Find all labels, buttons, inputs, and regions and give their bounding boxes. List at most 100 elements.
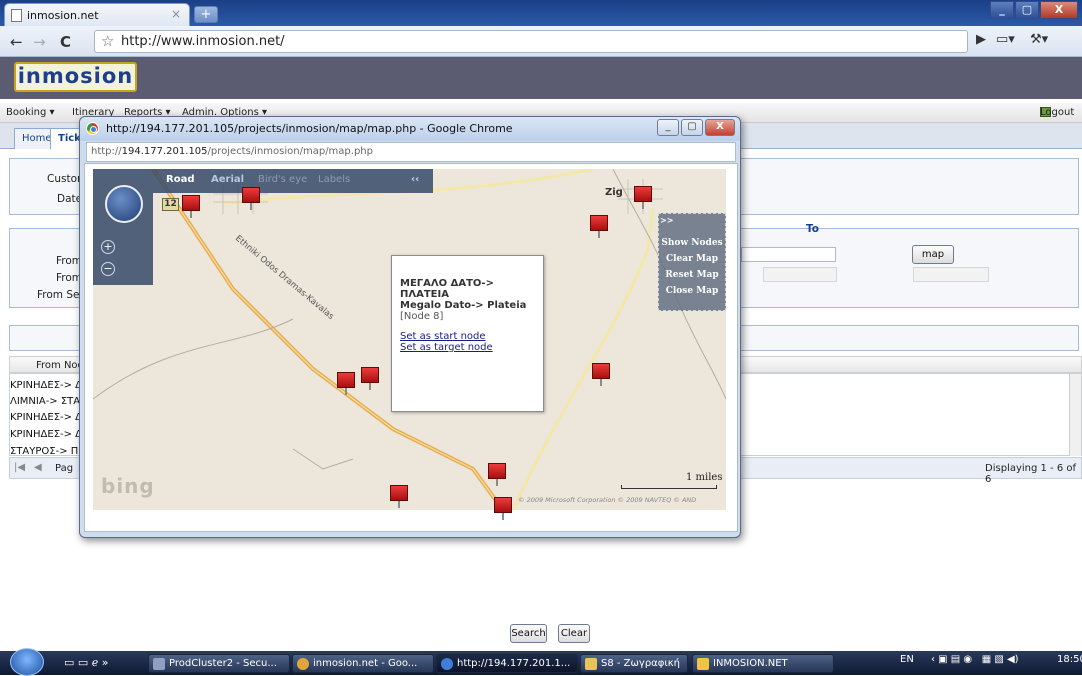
browser-tab[interactable]: inmosion.net × (4, 3, 190, 26)
taskbar-item-label: ProdCluster2 - Secu... (169, 658, 277, 669)
chrome-taskbar-icon (441, 658, 453, 670)
popup-url-bar[interactable]: http://194.177.201.105/projects/inmosion… (86, 142, 736, 162)
map-collapse-icon[interactable]: ‹‹ (411, 174, 419, 185)
popup-url-path: /projects/inmosion/map/map.php (207, 146, 373, 157)
zoom-in-icon[interactable]: + (101, 240, 115, 254)
browser-tab-title: inmosion.net (27, 9, 99, 22)
map-tab-birds-eye[interactable]: Bird's eye (258, 174, 307, 185)
popup-maximize-button[interactable]: ▢ (681, 119, 703, 136)
reset-map-button[interactable]: Reset Map (660, 270, 724, 280)
tray-icons[interactable]: ‹ ▣ ▤ ◉ ▦ ▧ ◀) (931, 654, 1019, 665)
map-pin-icon[interactable] (634, 186, 652, 209)
clear-map-button[interactable]: Clear Map (660, 254, 724, 264)
wrench-icon[interactable]: ⚒▾ (1030, 32, 1048, 47)
map-pin-icon[interactable] (390, 485, 408, 508)
grid-scrollbar[interactable] (1069, 374, 1081, 456)
forward-icon[interactable]: → (33, 33, 46, 51)
app-banner (0, 57, 1082, 99)
road-shield: 12 (162, 198, 179, 211)
bookmark-star-icon[interactable]: ☆ (101, 32, 114, 50)
map-tab-aerial[interactable]: Aerial (211, 174, 244, 185)
search-button[interactable]: Search (510, 624, 547, 643)
popup-title: http://194.177.201.105/projects/inmosion… (80, 117, 740, 141)
taskbar-item-active[interactable]: http://194.177.201.1... (436, 654, 578, 673)
bing-logo: bing (101, 474, 155, 498)
system-tray: EN ‹ ▣ ▤ ◉ ▦ ▧ ◀) 18:50 (900, 654, 1082, 665)
maximize-button[interactable]: ▢ (1015, 1, 1039, 19)
map-pin-icon[interactable] (488, 463, 506, 486)
table-row[interactable]: ΛΙΜΝΙΑ-> ΣΤΑ (10, 396, 80, 407)
taskbar-item[interactable]: S8 - Ζωγραφική (580, 654, 688, 673)
popup-url-prefix: http:// (91, 146, 122, 157)
pager-label: Pag (55, 463, 74, 474)
taskbar-item[interactable]: inmosion.net - Goo... (292, 654, 434, 673)
map-tab-road[interactable]: Road (166, 174, 194, 185)
start-button[interactable] (10, 648, 44, 676)
side-panel-expand-icon[interactable]: >> (660, 215, 724, 225)
taskbar-item-label: S8 - Ζωγραφική (601, 658, 680, 669)
play-icon[interactable]: ▶ (976, 32, 986, 47)
first-page-icon[interactable]: |◀ (14, 462, 25, 473)
paint-icon (585, 658, 597, 670)
table-row[interactable]: ΚΡΙΝΗΔΕΣ-> Δ (10, 380, 82, 391)
address-bar[interactable]: ☆ http://www.inmosion.net/ (94, 30, 968, 53)
page-menu-icon[interactable]: ▭▾ (996, 32, 1015, 47)
clock: 18:50 (1057, 654, 1082, 665)
table-row[interactable]: ΣΤΑΥΡΟΣ-> Π (10, 446, 78, 457)
popup-close-button[interactable]: X (705, 119, 735, 136)
taskbar-item-label: http://194.177.201.1... (457, 658, 571, 669)
page-icon (11, 9, 22, 22)
pan-compass-icon[interactable] (105, 185, 143, 223)
map-button[interactable]: map (912, 245, 954, 264)
taskbar-item[interactable]: INMOSION.NET (692, 654, 834, 673)
menu-booking[interactable]: Booking ▾ (6, 107, 55, 118)
taskbar-item-label: inmosion.net - Goo... (313, 658, 418, 669)
map-pin-icon[interactable] (182, 195, 200, 218)
set-start-node-link[interactable]: Set as start node (400, 331, 486, 342)
taskbar-item[interactable]: ProdCluster2 - Secu... (148, 654, 290, 673)
town-label: Zig (605, 187, 623, 198)
table-row[interactable]: ΚΡΙΝΗΔΕΣ-> Δ (10, 412, 82, 423)
window-controls: _ ▢ X (990, 1, 1078, 19)
from-se-label: From Se (37, 289, 80, 301)
map-pin-icon[interactable] (361, 367, 379, 390)
popup-minimize-button[interactable]: _ (657, 119, 679, 136)
show-nodes-button[interactable]: Show Nodes (660, 238, 724, 248)
map-pin-icon[interactable] (337, 372, 355, 395)
table-row[interactable]: ΚΡΙΝΗΔΕΣ-> Δ (10, 429, 82, 440)
displaying-count: Displaying 1 - 6 of 6 (985, 463, 1077, 485)
scale-label: 1 miles (686, 472, 723, 483)
language-indicator[interactable]: EN (900, 654, 914, 665)
inmosion-logo: inmosion (14, 62, 137, 92)
address-bar-url: http://www.inmosion.net/ (121, 34, 285, 49)
to-input[interactable] (741, 247, 836, 262)
quicklaunch-icons[interactable]: ▭ ▭ ℯ » (64, 656, 109, 669)
minor-road (93, 318, 294, 400)
info-node-id: [Node 8] (400, 311, 444, 322)
tab-close-icon[interactable]: × (171, 7, 181, 21)
reload-icon[interactable]: C (60, 33, 71, 51)
map-pin-icon[interactable] (590, 215, 608, 238)
map-tab-labels[interactable]: Labels (318, 174, 350, 185)
folder-icon (697, 658, 709, 670)
info-greek-line2: ΠΛΑΤΕΙΑ (400, 289, 449, 300)
clear-button[interactable]: Clear (558, 624, 590, 643)
map-pin-icon[interactable] (242, 187, 260, 210)
map-pin-icon[interactable] (494, 497, 512, 520)
popup-url-host: 194.177.201.105 (121, 146, 208, 157)
back-icon[interactable]: ← (10, 33, 23, 51)
set-target-node-link[interactable]: Set as target node (400, 342, 493, 353)
minor-road (292, 448, 354, 470)
to-input-disabled-1 (763, 267, 837, 282)
map-copyright: © 2009 Microsoft Corporation © 2009 NAVT… (518, 496, 697, 504)
close-map-button[interactable]: Close Map (660, 286, 724, 296)
taskbar-item-label: INMOSION.NET (713, 658, 788, 669)
zoom-out-icon[interactable]: − (101, 262, 115, 276)
minimize-button[interactable]: _ (990, 1, 1014, 19)
close-button[interactable]: X (1040, 1, 1078, 19)
info-latin-name: Megalo Dato-> Plateia (400, 300, 527, 311)
road-name-label: Ethniki Odos Dramas-Kavalas (233, 234, 336, 323)
prev-page-icon[interactable]: ◀ (34, 462, 42, 473)
new-tab-button[interactable]: + (194, 6, 218, 23)
map-pin-icon[interactable] (592, 363, 610, 386)
